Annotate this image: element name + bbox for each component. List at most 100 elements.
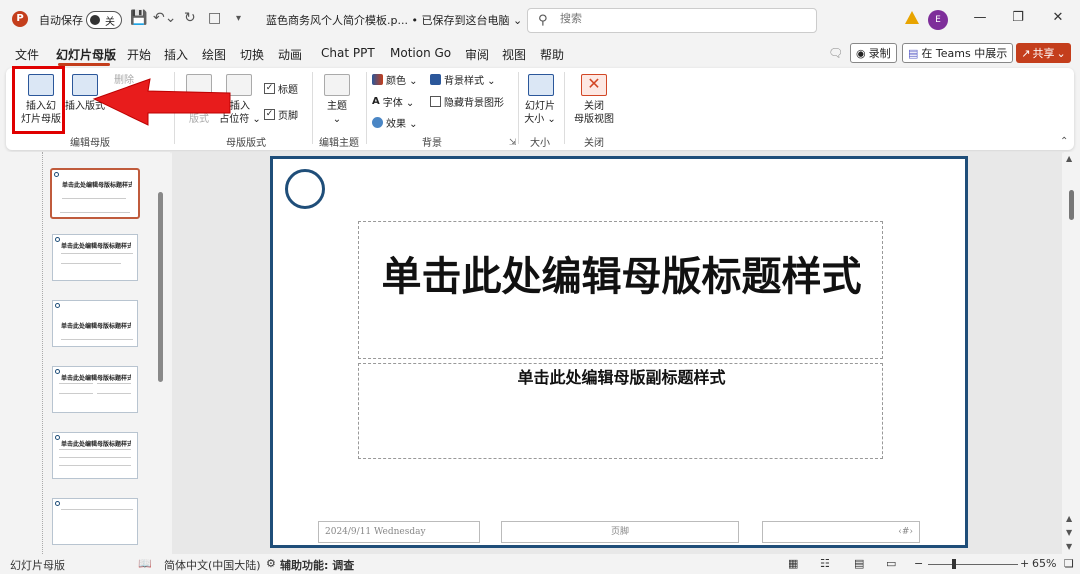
footer-checkbox-label: 页脚 <box>278 111 298 122</box>
comments-icon[interactable]: 🗨 <box>828 46 843 60</box>
minimize-icon[interactable]: — <box>970 10 990 25</box>
document-title[interactable]: 蓝色商务风个人简介模板.p... • 已保存到这台电脑 ⌄ <box>266 12 522 28</box>
separator <box>366 72 367 144</box>
thumbnail-layout[interactable] <box>52 498 138 545</box>
warning-icon[interactable] <box>905 11 919 24</box>
footer-checkbox[interactable]: ✓ 页脚 <box>264 107 298 122</box>
scroll-up-icon[interactable]: ▲ <box>1066 154 1072 163</box>
separator <box>564 72 565 144</box>
tab-help[interactable]: 帮助 <box>540 46 564 63</box>
thumbnail-master[interactable]: 单击此处编辑母版标题样式 <box>50 168 140 219</box>
background-styles-label: 背景样式 ⌄ <box>444 76 496 87</box>
tab-motion-go[interactable]: Motion Go <box>390 46 451 60</box>
thumb-title: 单击此处编辑母版标题样式 <box>61 441 131 448</box>
accessibility-status[interactable]: 辅助功能: 调查 <box>280 557 354 573</box>
colors-icon <box>372 74 383 85</box>
close-icon[interactable]: ✕ <box>1048 10 1068 25</box>
teams-present-button[interactable]: ▤ 在 Teams 中展示 <box>902 43 1014 63</box>
slide[interactable]: 单击此处编辑母版标题样式 单击此处编辑母版副标题样式 2024/9/11 Wed… <box>270 156 968 548</box>
scroll-down-icon[interactable]: ▼ <box>1066 528 1072 537</box>
zoom-in-icon[interactable]: + <box>1020 557 1029 570</box>
effects-icon <box>372 117 383 128</box>
thumb-line <box>97 393 131 394</box>
zoom-level[interactable]: 65% <box>1032 557 1056 570</box>
thumbnail-layout[interactable]: 单击此处编辑母版标题样式 <box>52 300 138 347</box>
share-button[interactable]: ↗ 共享 ⌄ <box>1016 43 1071 63</box>
date-placeholder[interactable]: 2024/9/11 Wednesday <box>318 521 480 543</box>
fit-to-window-icon[interactable]: ❏ <box>1064 557 1074 570</box>
thumb-line <box>97 383 131 384</box>
tab-view[interactable]: 视图 <box>502 46 526 63</box>
circle-shape <box>55 501 60 506</box>
subtitle-placeholder[interactable]: 单击此处编辑母版副标题样式 <box>358 363 883 459</box>
fonts-dropdown[interactable]: A 字体 ⌄ <box>372 94 414 109</box>
zoom-slider-knob[interactable] <box>952 559 956 569</box>
collapse-ribbon-icon[interactable]: ⌃ <box>1060 136 1068 147</box>
toggle-knob <box>90 15 100 25</box>
undo-icon[interactable]: ↶⌄ <box>153 10 176 26</box>
record-button[interactable]: ◉ 录制 <box>850 43 897 63</box>
avatar[interactable]: E <box>928 10 948 30</box>
hide-background-checkbox[interactable]: 隐藏背景图形 <box>430 94 504 109</box>
slide-number-placeholder[interactable]: ‹#› <box>762 521 920 543</box>
close-master-view-button[interactable]: 关闭 母版视图 <box>568 100 620 126</box>
tab-animations[interactable]: 动画 <box>278 46 302 63</box>
thumbnail-layout[interactable]: 单击此处编辑母版标题样式 <box>52 234 138 281</box>
tab-insert[interactable]: 插入 <box>164 46 188 63</box>
zoom-slider[interactable] <box>928 564 1018 565</box>
tab-chat-ppt[interactable]: Chat PPT <box>321 46 375 60</box>
redo-icon[interactable]: ↻ <box>184 10 196 26</box>
spellcheck-icon[interactable]: 📖 <box>138 557 152 570</box>
customize-qat-icon[interactable]: ▾ <box>236 13 241 24</box>
thumb-line <box>59 393 93 394</box>
circle-shape <box>55 237 60 242</box>
themes-button[interactable]: 主题 ⌄ <box>320 100 354 126</box>
thumb-line <box>61 253 133 254</box>
slideshow-icon[interactable]: ▭ <box>886 557 896 570</box>
tab-transitions[interactable]: 切换 <box>240 46 264 63</box>
thumbnail-layout[interactable]: 单击此处编辑母版标题样式 <box>52 432 138 479</box>
tab-review[interactable]: 审阅 <box>465 46 489 63</box>
active-tab-indicator <box>58 63 110 66</box>
autosave-label: 自动保存 <box>39 14 83 27</box>
title-placeholder[interactable]: 单击此处编辑母版标题样式 <box>358 221 883 359</box>
save-icon[interactable]: 💾 <box>130 10 147 26</box>
present-icon[interactable]: □ <box>208 10 221 26</box>
zoom-out-icon[interactable]: − <box>914 557 923 570</box>
circle-shape <box>54 172 59 177</box>
background-styles-dropdown[interactable]: 背景样式 ⌄ <box>430 72 496 87</box>
search-icon: ⚲ <box>538 13 548 28</box>
thumbnail-scrollbar[interactable] <box>158 192 163 382</box>
circle-shape[interactable] <box>285 169 325 209</box>
accessibility-icon: ⚙ <box>266 557 276 570</box>
title-checkbox[interactable]: ✓ 标题 <box>264 81 298 96</box>
effects-dropdown[interactable]: 效果 ⌄ <box>372 115 418 130</box>
slide-sorter-icon[interactable]: ☷ <box>820 557 830 570</box>
tab-slide-master[interactable]: 幻灯片母版 <box>56 46 116 63</box>
colors-dropdown[interactable]: 颜色 ⌄ <box>372 72 418 87</box>
normal-view-icon[interactable]: ▦ <box>788 557 798 570</box>
vertical-scrollbar[interactable]: ▲ ▲ ▼ ▼ <box>1064 152 1078 554</box>
restore-icon[interactable]: ❐ <box>1008 10 1028 25</box>
thumb-line <box>61 509 133 510</box>
search-input[interactable] <box>560 12 760 25</box>
autosave-toggle[interactable]: 关 <box>86 11 122 29</box>
thumbnail-layout[interactable]: 单击此处编辑母版标题样式 <box>52 366 138 413</box>
scroll-down-icon[interactable]: ▼ <box>1066 542 1072 551</box>
language-label[interactable]: 简体中文(中国大陆) <box>164 557 261 573</box>
slide-size-button[interactable]: 幻灯片 大小 ⌄ <box>520 100 560 126</box>
scroll-up-icon[interactable]: ▲ <box>1066 514 1072 523</box>
search-box[interactable]: ⚲ <box>527 8 817 33</box>
tab-home[interactable]: 开始 <box>127 46 151 63</box>
scroll-thumb[interactable] <box>1069 190 1074 220</box>
tab-file[interactable]: 文件 <box>15 46 39 63</box>
slide-subtitle[interactable]: 单击此处编辑母版副标题样式 <box>359 364 884 388</box>
tab-draw[interactable]: 绘图 <box>202 46 226 63</box>
red-arrow-icon <box>92 78 231 126</box>
dialog-launcher-icon[interactable]: ⇲ <box>509 138 517 148</box>
reading-view-icon[interactable]: ▤ <box>854 557 864 570</box>
record-label: 录制 <box>868 47 891 60</box>
thumbnail-pane: 单击此处编辑母版标题样式 单击此处编辑母版标题样式 单击此处编辑母版标题样式 单… <box>0 152 170 554</box>
slide-title[interactable]: 单击此处编辑母版标题样式 <box>359 252 884 302</box>
footer-placeholder[interactable]: 页脚 <box>501 521 739 543</box>
